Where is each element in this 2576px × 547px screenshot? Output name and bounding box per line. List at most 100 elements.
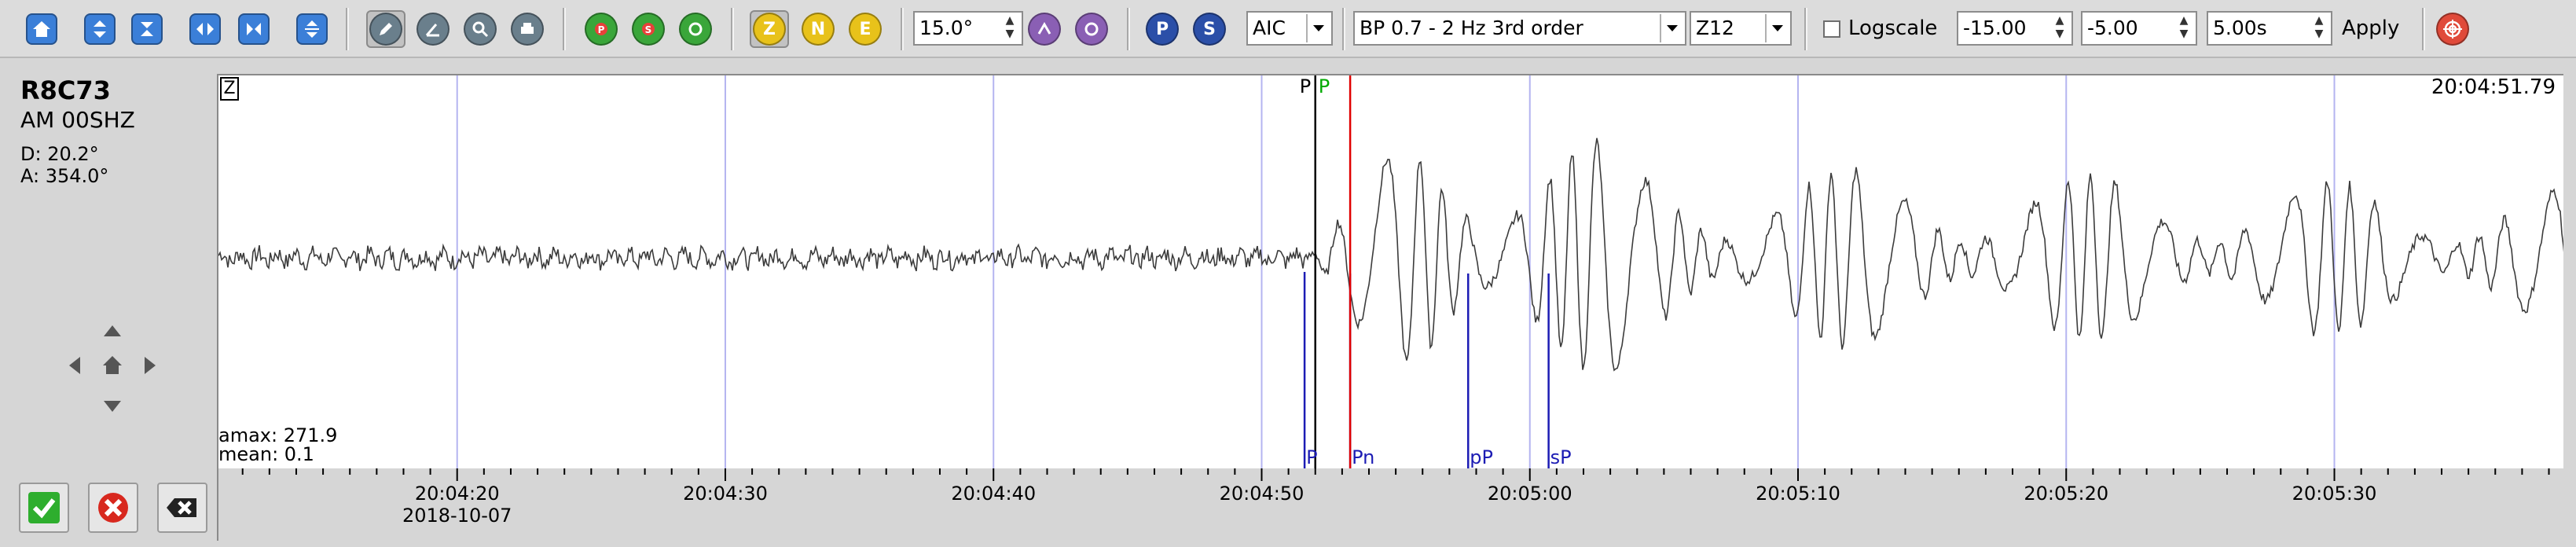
- angle-icon: [416, 13, 450, 46]
- home-button[interactable]: [22, 10, 61, 48]
- pick-label-pn: Pn: [1352, 446, 1375, 468]
- method-value: AIC: [1253, 17, 1286, 39]
- amplitude-mean: mean: 0.1: [218, 443, 314, 465]
- pick-p-button[interactable]: P: [582, 10, 621, 48]
- fit-vertical-icon: [296, 13, 328, 45]
- station-info-panel: R8C73 AM 00SHZ D: 20.2° A: 354.0°: [14, 74, 215, 541]
- axis-tick-label: 20:05:00: [1487, 483, 1572, 505]
- component-e-button[interactable]: E: [846, 10, 885, 48]
- logscale-checkbox[interactable]: [1823, 20, 1840, 38]
- collapse-vertical-icon: [131, 13, 163, 45]
- measure-angle-button[interactable]: [413, 10, 453, 48]
- filter-select[interactable]: BP 0.7 - 2 Hz 3rd order: [1353, 11, 1686, 46]
- pick-auto-button[interactable]: [676, 10, 715, 48]
- spinbox-arrows-icon[interactable]: ▲ ▼: [1000, 14, 1020, 42]
- target-icon: [2436, 13, 2469, 46]
- phase-s-icon: S: [1193, 13, 1226, 46]
- pick-s-button[interactable]: S: [629, 10, 668, 48]
- printer-button[interactable]: [508, 10, 547, 48]
- toolbar-separator: [1127, 8, 1130, 50]
- amplitude-max: amax: 271.9: [218, 424, 338, 446]
- spinbox-arrows-icon[interactable]: ▲ ▼: [2174, 14, 2194, 42]
- remove-pick-button[interactable]: [157, 483, 207, 533]
- trace-panel[interactable]: Z P P 20:04:51.79 amax: 271.9 mean: 0.1 …: [217, 74, 2563, 468]
- accept-button[interactable]: [19, 483, 69, 533]
- pick-label-pp: pP: [1470, 446, 1493, 468]
- spectrum-button[interactable]: [461, 10, 500, 48]
- component-select[interactable]: Z12: [1690, 11, 1792, 46]
- station-code: R8C73: [20, 75, 111, 105]
- compass-icon: [1075, 13, 1108, 46]
- zoom-horizontal-out-button[interactable]: [234, 10, 273, 48]
- rotate-button[interactable]: [1025, 10, 1064, 48]
- component-e-icon: E: [849, 13, 882, 46]
- zoom-trace-button[interactable]: [292, 10, 332, 48]
- component-value: Z12: [1696, 17, 1734, 39]
- zoom-vertical-in-button[interactable]: [80, 10, 119, 48]
- station-stream: AM 00SHZ: [20, 107, 135, 133]
- close-icon: [98, 493, 128, 523]
- window-length-spinbox[interactable]: 5.00s ▲ ▼: [2207, 11, 2332, 46]
- expand-vertical-icon: [84, 13, 116, 45]
- zoom-horizontal-in-button[interactable]: [185, 10, 225, 48]
- refresh-icon: [679, 13, 712, 46]
- grid-lines: [456, 75, 2336, 468]
- max-offset-spinbox[interactable]: -5.00 ▲ ▼: [2081, 11, 2197, 46]
- seismogram-plot[interactable]: [218, 75, 2563, 468]
- pick-label-sp: sP: [1550, 446, 1572, 468]
- component-z-button[interactable]: Z: [750, 10, 789, 48]
- printer-icon: [511, 13, 544, 46]
- pick-markers: [1303, 272, 1550, 468]
- collapse-horizontal-icon: [238, 13, 270, 45]
- toolbar: P S Z N E 15.0° ▲ ▼ P S AIC BP 0.7 - 2 H…: [0, 0, 2576, 58]
- chevron-down-icon: [1660, 14, 1683, 42]
- phase-s-button[interactable]: S: [1190, 10, 1229, 48]
- rotate-reset-button[interactable]: [1072, 10, 1111, 48]
- component-n-icon: N: [802, 13, 835, 46]
- station-azimuth: A: 354.0°: [20, 165, 109, 187]
- home-icon[interactable]: [101, 354, 124, 377]
- zoom-vertical-out-button[interactable]: [127, 10, 167, 48]
- time-axis: 20:04:20 20:04:30 20:04:40 20:04:50 20:05:00…: [217, 468, 2563, 541]
- spinbox-arrows-icon[interactable]: ▲ ▼: [2049, 14, 2070, 42]
- scroll-down-icon[interactable]: [101, 396, 124, 415]
- component-tag: Z: [220, 77, 239, 101]
- component-n-button[interactable]: N: [798, 10, 838, 48]
- p-arrow-icon: P: [585, 13, 618, 46]
- spinbox-arrows-icon[interactable]: ▲ ▼: [2309, 14, 2329, 42]
- axis-tick-label: 20:04:40: [951, 483, 1037, 505]
- axis-tick-label: 20:05:20: [2024, 483, 2109, 505]
- checkmark-icon: [28, 492, 60, 523]
- scroll-right-icon[interactable]: [140, 354, 159, 377]
- s-arrow-icon: S: [632, 13, 665, 46]
- relocate-button[interactable]: [2433, 10, 2472, 48]
- svg-text:S: S: [645, 24, 652, 35]
- pick-label-p: P: [1306, 446, 1318, 468]
- svg-text:P: P: [598, 24, 605, 35]
- delete-icon: [167, 498, 196, 517]
- filter-angle-spinbox[interactable]: 15.0° ▲ ▼: [913, 11, 1023, 46]
- filter-angle-value: 15.0°: [919, 17, 974, 39]
- axis-ticks: [241, 468, 2550, 481]
- theoretical-p-label: P: [1318, 75, 1330, 97]
- toolbar-separator: [901, 8, 904, 50]
- axis-tick-label: 20:04:50: [1219, 483, 1305, 505]
- scroll-up-icon[interactable]: [101, 322, 124, 341]
- toolbar-separator: [1342, 8, 1345, 50]
- method-select[interactable]: AIC: [1246, 11, 1333, 46]
- scroll-left-icon[interactable]: [66, 354, 85, 377]
- reject-button[interactable]: [88, 483, 138, 533]
- toolbar-separator: [731, 8, 734, 50]
- window-length-value: 5.00s: [2213, 17, 2267, 39]
- phase-p-icon: P: [1146, 13, 1179, 46]
- toolbar-separator: [346, 8, 349, 50]
- chevron-down-icon: [1306, 14, 1330, 42]
- max-offset-value: -5.00: [2087, 17, 2138, 39]
- phase-p-button[interactable]: P: [1143, 10, 1182, 48]
- axis-tick-label: 20:04:30: [683, 483, 768, 505]
- apply-button[interactable]: Apply: [2342, 11, 2399, 46]
- chevron-down-icon: [1765, 14, 1789, 42]
- pick-tool-button[interactable]: [366, 10, 405, 48]
- min-offset-spinbox[interactable]: -15.00 ▲ ▼: [1957, 11, 2073, 46]
- station-distance: D: 20.2°: [20, 143, 99, 165]
